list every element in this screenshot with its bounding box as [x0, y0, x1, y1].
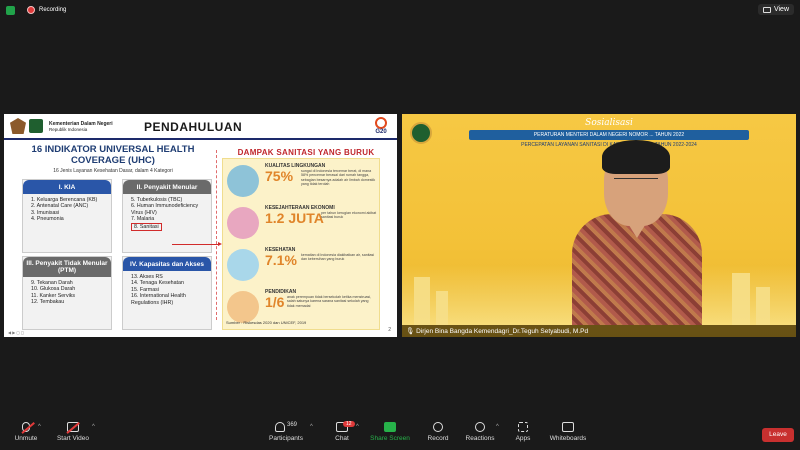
reactions-button[interactable]: Reactions	[464, 422, 496, 442]
dampak-item: KESEHATAN 7.1% kematian di Indonesia dia…	[227, 247, 377, 285]
video-off-icon	[67, 422, 79, 432]
chevron-up-icon[interactable]: ^	[496, 424, 499, 430]
dampak-title: DAMPAK SANITASI YANG BURUK	[237, 148, 375, 157]
category-title: II. Penyakit Menular	[123, 180, 211, 194]
whiteboard-icon	[562, 422, 574, 432]
garuda-logo-icon	[10, 118, 26, 134]
slide-controls-icon[interactable]: ◀ ▶ ◻ ◻	[8, 330, 24, 335]
glasses	[614, 178, 658, 186]
girl-illustration-icon	[227, 291, 259, 323]
category-title: III. Penyakit Tidak Menular (PTM)	[23, 257, 111, 277]
record-icon	[433, 422, 443, 432]
apps-button[interactable]: Apps	[512, 422, 534, 442]
participants-button[interactable]: 369 Participants	[268, 422, 304, 442]
ministry-name: Kementerian Dalam Negeri Republik Indone…	[49, 120, 113, 132]
kemendagri-logo-icon	[29, 119, 43, 133]
list-item: 16. International Health Regulations (IH…	[131, 293, 186, 306]
mic-muted-icon: 🎙	[406, 328, 415, 335]
chat-button[interactable]: 12 Chat	[330, 421, 355, 442]
record-button[interactable]: Record	[424, 422, 452, 442]
participant-name-bar: 🎙 Dirjen Bina Bangda Kemendagri_Dr.Teguh…	[402, 325, 796, 337]
chevron-up-icon[interactable]: ^	[38, 424, 41, 430]
recording-label: Recording	[39, 7, 67, 13]
source-note: Sumber : Riskesdas 2020 dan UNICEF, 2019	[226, 320, 307, 325]
kemendagri-logo-icon	[410, 122, 432, 144]
building-decoration	[436, 291, 448, 325]
page-number: 2	[388, 327, 391, 333]
speaker-video	[572, 140, 702, 325]
building-decoration	[732, 273, 750, 325]
start-video-button[interactable]: Start Video	[56, 422, 90, 442]
grid-view-icon	[762, 6, 771, 13]
recording-icon	[27, 6, 35, 14]
category-kapasitas: IV. Kapasitas dan Akses 13. Akses RS 14.…	[122, 256, 212, 330]
g20-icon	[375, 117, 387, 129]
share-screen-button[interactable]: Share Screen	[370, 422, 410, 442]
view-label: View	[773, 6, 789, 13]
chevron-up-icon[interactable]: ^	[310, 424, 313, 430]
building-decoration	[414, 277, 430, 325]
chevron-up-icon[interactable]: ^	[356, 424, 359, 430]
participants-icon	[274, 422, 285, 432]
category-penyakit-menular: II. Penyakit Menular 5. Tuberkulosis (TB…	[122, 179, 212, 253]
apps-icon	[518, 422, 528, 432]
reactions-icon	[475, 422, 485, 432]
hospital-illustration-icon	[227, 249, 259, 281]
video-tile[interactable]: Sosialisasi PERATURAN MENTERI DALAM NEGE…	[402, 114, 796, 337]
chat-badge: 12	[343, 421, 355, 427]
share-screen-icon	[384, 422, 396, 432]
pointer-arrow	[172, 242, 222, 246]
divider	[216, 150, 217, 320]
money-illustration-icon	[227, 207, 259, 239]
list-item: 8. Sanitasi	[131, 222, 203, 232]
chat-icon: 12	[336, 421, 355, 432]
view-button[interactable]: View	[757, 4, 794, 15]
category-title: IV. Kapasitas dan Akses	[123, 257, 211, 271]
uhc-title: 16 INDIKATOR UNIVERSAL HEALTH COVERAGE (…	[31, 144, 195, 166]
list-item: 12. Tembakau	[31, 299, 65, 306]
mic-muted-icon	[22, 422, 30, 432]
participants-count: 369	[286, 422, 297, 428]
category-title: I. KIA	[23, 180, 111, 194]
unmute-button[interactable]: Unmute	[12, 422, 40, 442]
leave-button[interactable]: Leave	[762, 428, 794, 442]
top-bar: Recording View	[0, 0, 800, 20]
building-decoration	[756, 287, 770, 325]
category-kia: I. KIA 1. Keluarga Berencana (KB) 2. Ant…	[22, 179, 112, 253]
highlight-sanitasi: 8. Sanitasi	[131, 222, 162, 232]
shield-icon[interactable]	[6, 5, 15, 15]
speaker-hair	[602, 140, 670, 174]
dampak-panel: KUALITAS LINGKUNGAN 75% sungai di Indone…	[222, 158, 380, 330]
whiteboards-button[interactable]: Whiteboards	[548, 422, 588, 442]
category-ptm: III. Penyakit Tidak Menular (PTM) 9. Tek…	[22, 256, 112, 330]
slide-header: Kementerian Dalam Negeri Republik Indone…	[4, 114, 397, 140]
dampak-item: KESEJAHTERAAN EKONOMI 1.2 JUTA per tahun…	[227, 205, 377, 243]
shared-slide: Kementerian Dalam Negeri Republik Indone…	[4, 114, 397, 337]
list-item: 6. Human Immunodeficiency Virus (HIV)	[131, 203, 199, 216]
slide-title: PENDAHULUAN	[144, 120, 243, 134]
participant-name: Dirjen Bina Bangda Kemendagri_Dr.Teguh S…	[416, 328, 589, 335]
river-illustration-icon	[227, 165, 259, 197]
chevron-up-icon[interactable]: ^	[92, 424, 95, 430]
dampak-item: KUALITAS LINGKUNGAN 75% sungai di Indone…	[227, 163, 377, 201]
g20-logo: G20	[371, 117, 391, 139]
list-item: 4. Pneumonia	[31, 216, 64, 223]
uhc-subtitle: 16 Jenis Layanan Kesehatan Dasar, dalam …	[53, 168, 173, 174]
meeting-toolbar: Unmute ^ Start Video ^ 369 Participants …	[0, 418, 800, 450]
